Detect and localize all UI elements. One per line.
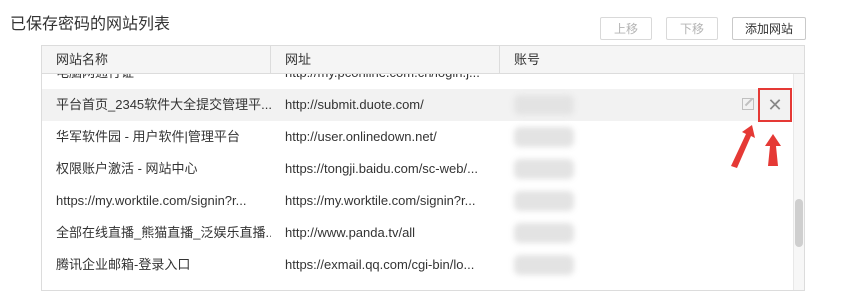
url-cell	[271, 281, 500, 290]
account-cell	[500, 249, 620, 281]
account-cell	[500, 217, 620, 249]
table-row[interactable]	[42, 281, 792, 290]
site-name-cell: 电脑网通行证	[42, 74, 271, 89]
site-name-cell: https://my.worktile.com/signin?r...	[56, 193, 247, 208]
close-icon[interactable]: ✕	[758, 88, 792, 122]
vertical-scrollbar[interactable]	[793, 74, 804, 290]
blurred-account	[514, 191, 574, 211]
blurred-account	[514, 255, 574, 275]
account-cell	[500, 281, 620, 290]
site-name-cell: 平台首页_2345软件大全提交管理平...	[56, 97, 271, 112]
table-header: 网站名称 网址 账号	[42, 46, 804, 74]
url-cell: https://exmail.qq.com/cgi-bin/lo...	[285, 257, 475, 272]
scrollbar-thumb[interactable]	[795, 199, 803, 247]
url-cell: http://www.panda.tv/all	[285, 225, 416, 240]
column-header-account[interactable]: 账号	[500, 46, 760, 73]
table-row[interactable]: 腾讯企业邮箱-登录入口 https://exmail.qq.com/cgi-bi…	[42, 249, 792, 281]
account-cell	[500, 185, 620, 217]
page-title: 已保存密码的网站列表	[10, 16, 171, 33]
url-cell: https://tongji.baidu.com/sc-web/...	[285, 161, 478, 176]
url-cell: http://user.onlinedown.net/	[285, 129, 437, 144]
url-cell: http://my.pconline.com.cn/login.j...	[271, 74, 500, 89]
table-body: 电脑网通行证 http://my.pconline.com.cn/login.j…	[42, 74, 792, 290]
blurred-account	[514, 223, 574, 243]
account-cell	[500, 153, 620, 185]
move-down-button[interactable]: 下移	[666, 17, 718, 40]
account-cell	[500, 121, 620, 153]
blurred-account	[514, 95, 574, 115]
account-cell	[500, 74, 620, 89]
column-header-url[interactable]: 网址	[271, 46, 500, 73]
saved-sites-table: 网站名称 网址 账号 电脑网通行证 http://my.pconline.com…	[41, 45, 805, 291]
edit-icon[interactable]	[742, 98, 754, 110]
blurred-account	[514, 127, 574, 147]
site-name-cell: 全部在线直播_熊猫直播_泛娱乐直播...	[56, 225, 271, 240]
add-site-button[interactable]: 添加网站	[732, 17, 806, 40]
site-name-cell: 腾讯企业邮箱-登录入口	[56, 257, 191, 272]
blurred-account	[514, 159, 574, 179]
url-cell: https://my.worktile.com/signin?r...	[285, 193, 476, 208]
site-name-cell: 华军软件园 - 用户软件|管理平台	[56, 129, 240, 144]
column-header-site-name[interactable]: 网站名称	[42, 46, 271, 73]
table-row[interactable]: 平台首页_2345软件大全提交管理平... http://submit.duot…	[42, 88, 792, 122]
table-row[interactable]: 全部在线直播_熊猫直播_泛娱乐直播... http://www.panda.tv…	[42, 217, 792, 249]
table-row[interactable]: 华军软件园 - 用户软件|管理平台 http://user.onlinedown…	[42, 121, 792, 153]
table-row[interactable]: 权限账户激活 - 网站中心 https://tongji.baidu.com/s…	[42, 153, 792, 185]
account-cell	[500, 89, 620, 121]
site-name-cell: 权限账户激活 - 网站中心	[56, 161, 198, 176]
url-cell: http://submit.duote.com/	[285, 97, 424, 112]
table-row[interactable]: https://my.worktile.com/signin?r... http…	[42, 185, 792, 217]
site-name-cell	[42, 281, 271, 290]
table-row[interactable]: 电脑网通行证 http://my.pconline.com.cn/login.j…	[42, 74, 792, 89]
move-up-button[interactable]: 上移	[600, 17, 652, 40]
